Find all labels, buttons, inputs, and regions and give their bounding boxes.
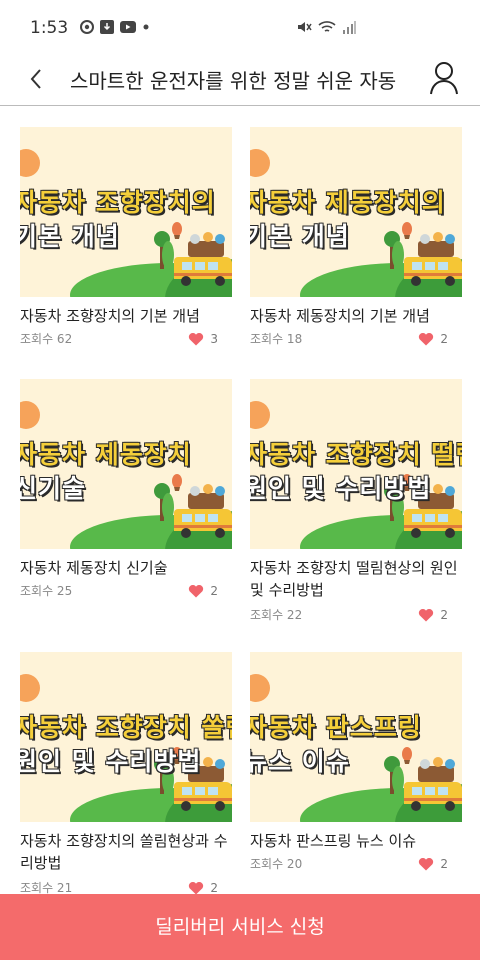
video-title[interactable]: 자동차 판스프링 뉴스 이슈 <box>250 830 462 852</box>
view-count: 조회수 21 <box>20 881 73 894</box>
view-count: 조회수 62 <box>20 332 73 346</box>
mute-icon <box>298 22 312 32</box>
video-title[interactable]: 자동차 제동장치의 기본 개념 <box>250 305 462 327</box>
like-count: 2 <box>210 881 218 894</box>
video-title[interactable]: 자동차 제동장치 신기술 <box>20 557 232 579</box>
video-thumbnail[interactable]: 자동차 조향장치 떨림현상의 원인 및 수리방법 <box>250 379 462 549</box>
like-count: 3 <box>210 332 218 346</box>
thumbnail-headline: 자동차 조향장치의 <box>20 188 216 217</box>
view-count: 조회수 22 <box>250 608 303 622</box>
video-thumbnail[interactable]: 자동차 조향장치 쏠림현상의 원인 및 수리방법 <box>20 652 232 822</box>
thumbnail-subheadline: 기본 개념 <box>250 222 350 251</box>
video-meta: 조회수 20 2 <box>250 854 462 874</box>
user-icon <box>430 62 458 95</box>
heart-icon <box>189 584 204 598</box>
like-count: 2 <box>440 332 448 346</box>
target-icon <box>80 20 94 34</box>
dot-icon <box>143 24 149 30</box>
wifi-icon <box>318 21 336 32</box>
like-button[interactable]: 2 <box>188 581 218 601</box>
heart-icon <box>189 332 204 346</box>
signal-icon <box>343 21 356 34</box>
heart-icon <box>419 608 434 622</box>
video-card[interactable]: 자동차 조향장치 쏠림현상의 원인 및 수리방법 자동차 조향장치의 쏠림현상과… <box>20 652 232 894</box>
like-count: 2 <box>210 584 218 598</box>
thumbnail-subheadline: 신기술 <box>20 474 87 503</box>
like-button[interactable]: 3 <box>188 329 218 349</box>
like-button[interactable]: 2 <box>418 329 448 349</box>
video-thumbnail[interactable]: 자동차 판스프링 뉴스 이슈 <box>250 652 462 822</box>
video-title[interactable]: 자동차 조향장치의 기본 개념 <box>20 305 232 327</box>
header-bar: 스마트한 운전자를 위한 정말 쉬운 자동 <box>0 56 480 106</box>
view-count: 조회수 18 <box>250 332 303 346</box>
download-icon <box>100 20 114 34</box>
chevron-left-icon <box>30 69 41 89</box>
back-button[interactable] <box>22 64 52 94</box>
thumbnail-subheadline: 기본 개념 <box>20 222 120 251</box>
video-thumbnail[interactable]: 자동차 조향장치의 기본 개념 <box>20 127 232 297</box>
status-notification-icons <box>80 20 150 34</box>
thumbnail-headline: 자동차 조향장치 떨림현상의 <box>250 440 462 469</box>
video-title[interactable]: 자동차 조향장치의 쏠림현상과 수리방법 <box>20 830 232 874</box>
thumbnail-headline: 자동차 판스프링 <box>250 713 422 742</box>
thumbnail-subheadline: 원인 및 수리방법 <box>250 474 432 503</box>
thumbnail-headline: 자동차 조향장치 쏠림현상의 <box>20 713 232 742</box>
video-meta: 조회수 25 2 <box>20 581 232 601</box>
video-card[interactable]: 자동차 조향장치의 기본 개념 자동차 조향장치의 기본 개념 조회수 62 3 <box>20 127 232 357</box>
video-thumbnail[interactable]: 자동차 제동장치의 기본 개념 <box>250 127 462 297</box>
like-count: 2 <box>440 608 448 622</box>
status-system-icons <box>296 20 356 34</box>
status-bar: 1:53 <box>0 0 480 56</box>
view-count: 조회수 25 <box>20 584 73 598</box>
like-count: 2 <box>440 857 448 871</box>
video-meta: 조회수 22 2 <box>250 605 462 625</box>
video-card[interactable]: 자동차 제동장치의 기본 개념 자동차 제동장치의 기본 개념 조회수 18 2 <box>250 127 462 357</box>
like-button[interactable]: 2 <box>418 605 448 625</box>
video-card[interactable]: 자동차 조향장치 떨림현상의 원인 및 수리방법 자동차 조향장치 떨림현상의 … <box>250 379 462 629</box>
thumbnail-headline: 자동차 제동장치 <box>20 440 192 469</box>
delivery-service-button[interactable]: 딜리버리 서비스 신청 <box>0 894 480 960</box>
profile-button[interactable] <box>428 60 460 96</box>
like-button[interactable]: 2 <box>188 878 218 894</box>
video-thumbnail[interactable]: 자동차 제동장치 신기술 <box>20 379 232 549</box>
video-meta: 조회수 21 2 <box>20 878 232 894</box>
view-count: 조회수 20 <box>250 857 303 871</box>
thumbnail-headline: 자동차 제동장치의 <box>250 188 446 217</box>
like-button[interactable]: 2 <box>418 854 448 874</box>
thumbnail-subheadline: 뉴스 이슈 <box>250 747 350 776</box>
video-title[interactable]: 자동차 조향장치 떨림현상의 원인 및 수리방법 <box>250 557 462 601</box>
heart-icon <box>189 882 204 894</box>
content-grid: 자동차 조향장치의 기본 개념 자동차 조향장치의 기본 개념 조회수 62 3 <box>0 106 480 894</box>
status-time: 1:53 <box>30 18 69 38</box>
thumbnail-subheadline: 원인 및 수리방법 <box>20 747 202 776</box>
video-card[interactable]: 자동차 판스프링 뉴스 이슈 자동차 판스프링 뉴스 이슈 조회수 20 2 <box>250 652 462 882</box>
youtube-icon <box>120 21 136 33</box>
video-card[interactable]: 자동차 제동장치 신기술 자동차 제동장치 신기술 조회수 25 2 <box>20 379 232 609</box>
video-meta: 조회수 18 2 <box>250 329 462 349</box>
heart-icon <box>419 857 434 871</box>
page-title: 스마트한 운전자를 위한 정말 쉬운 자동 <box>70 69 397 93</box>
video-meta: 조회수 62 3 <box>20 329 232 349</box>
heart-icon <box>419 332 434 346</box>
